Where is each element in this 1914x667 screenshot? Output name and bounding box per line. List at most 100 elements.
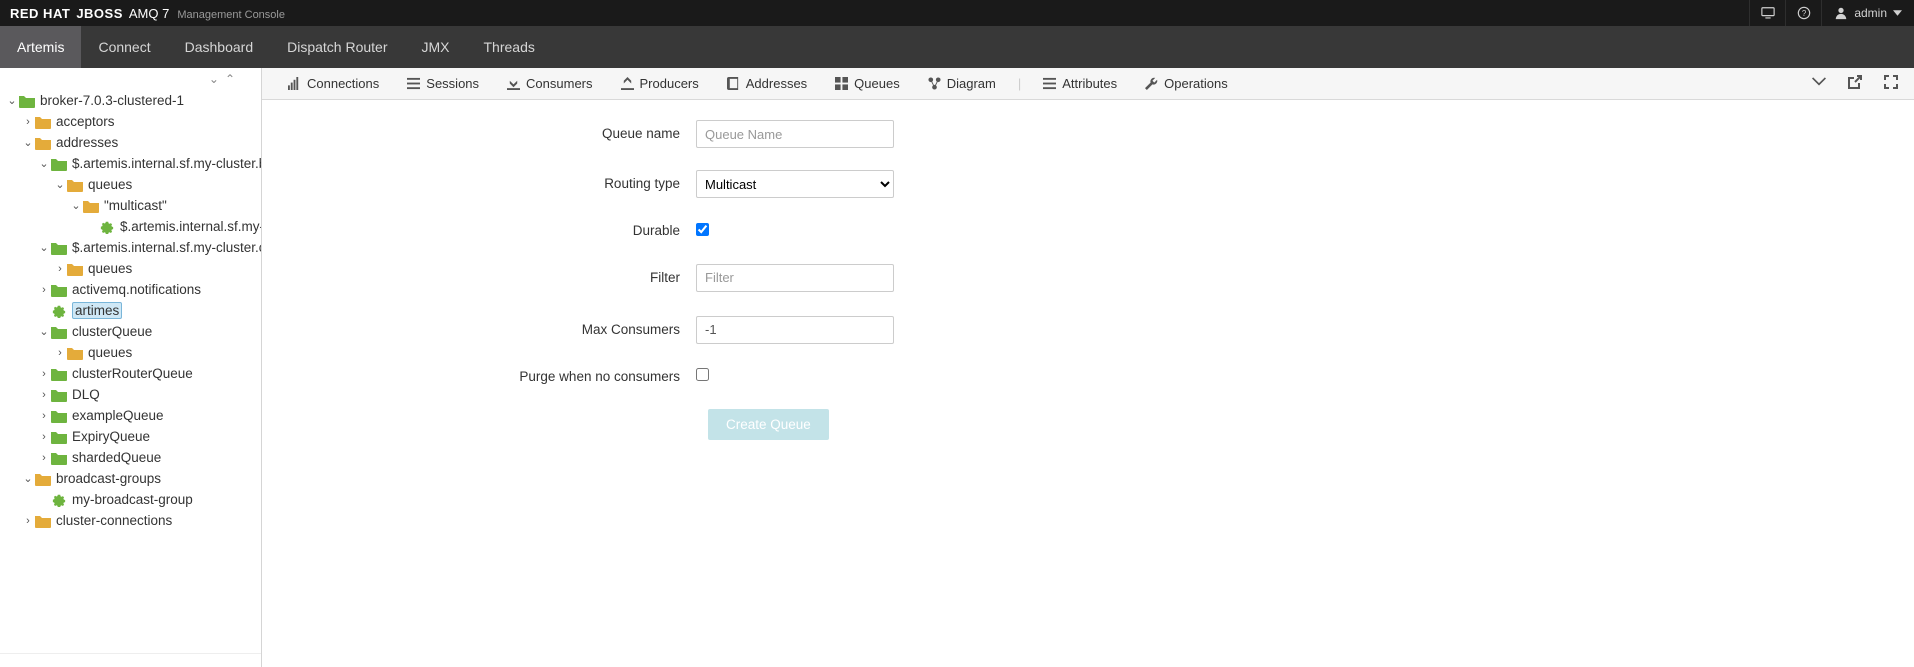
tree-example-queue[interactable]: › exampleQueue <box>0 405 261 426</box>
content-tabs: Connections Sessions Consumers Producers… <box>262 68 1914 100</box>
sidebar-hscroll[interactable] <box>0 653 261 667</box>
folder-icon <box>66 345 84 361</box>
caret-down-icon: ⌄ <box>70 199 82 212</box>
nav-jmx[interactable]: JMX <box>405 26 467 68</box>
user-icon <box>1834 6 1848 20</box>
tab-diagram[interactable]: Diagram <box>914 68 1010 100</box>
folder-open-icon <box>66 177 84 193</box>
tree-artimes[interactable]: artimes <box>0 300 261 321</box>
topbar-right: ? admin <box>1749 0 1914 26</box>
caret-down-icon: ⌄ <box>6 94 18 107</box>
tab-addresses[interactable]: Addresses <box>713 68 821 100</box>
folder-open-icon <box>50 324 68 340</box>
durable-checkbox[interactable] <box>696 223 709 236</box>
caret-right-icon: › <box>38 410 50 422</box>
tab-consumers[interactable]: Consumers <box>493 68 606 100</box>
folder-icon <box>50 366 68 382</box>
folder-open-icon <box>34 471 52 487</box>
tree-tools: ⌄ ⌃ <box>0 68 261 90</box>
max-consumers-label: Max Consumers <box>262 321 696 339</box>
gear-icon <box>50 492 68 508</box>
folder-icon <box>66 261 84 277</box>
create-queue-button[interactable]: Create Queue <box>708 409 829 440</box>
list-icon <box>407 77 420 90</box>
nav-dispatch-router[interactable]: Dispatch Router <box>270 26 404 68</box>
tree-cluster-connections[interactable]: › cluster-connections <box>0 510 261 531</box>
tree-expiry-queue[interactable]: › ExpiryQueue <box>0 426 261 447</box>
purge-checkbox[interactable] <box>696 368 709 381</box>
tree-artemis-sf-b[interactable]: ⌄ $.artemis.internal.sf.my-cluster.b <box>0 153 261 174</box>
tree: ⌄ broker-7.0.3-clustered-1 › acceptors ⌄… <box>0 90 261 653</box>
list-icon <box>1043 77 1056 90</box>
folder-icon <box>34 513 52 529</box>
filter-input[interactable] <box>696 264 894 292</box>
tree-dlq[interactable]: › DLQ <box>0 384 261 405</box>
nav-dashboard[interactable]: Dashboard <box>168 26 271 68</box>
caret-down-icon: ⌄ <box>38 325 50 338</box>
caret-down-icon: ⌄ <box>38 241 50 254</box>
collapse-all-icon[interactable]: ⌄ <box>209 72 219 86</box>
nav-connect[interactable]: Connect <box>81 26 167 68</box>
tree-multicast[interactable]: ⌄ "multicast" <box>0 195 261 216</box>
tree-artemis-sf-leaf[interactable]: $.artemis.internal.sf.my-c <box>0 216 261 237</box>
nav-artemis[interactable]: Artemis <box>0 26 81 68</box>
tree-queues-2[interactable]: › queues <box>0 258 261 279</box>
tab-producers[interactable]: Producers <box>607 68 713 100</box>
tree-activemq-notifications[interactable]: › activemq.notifications <box>0 279 261 300</box>
expand-all-icon[interactable]: ⌃ <box>225 72 235 86</box>
brand-redhat: RED HAT <box>10 6 70 21</box>
tab-operations[interactable]: Operations <box>1131 68 1242 100</box>
tree-my-broadcast-group[interactable]: my-broadcast-group <box>0 489 261 510</box>
popout-icon[interactable] <box>1848 75 1862 92</box>
monitor-icon[interactable] <box>1749 0 1785 26</box>
caret-right-icon: › <box>38 284 50 296</box>
routing-type-label: Routing type <box>262 175 696 193</box>
tree-queues-3[interactable]: › queues <box>0 342 261 363</box>
nav-bar: Artemis Connect Dashboard Dispatch Route… <box>0 26 1914 68</box>
queue-name-input[interactable] <box>696 120 894 148</box>
nav-threads[interactable]: Threads <box>467 26 552 68</box>
caret-right-icon: › <box>38 452 50 464</box>
max-consumers-input[interactable] <box>696 316 894 344</box>
caret-right-icon: › <box>38 389 50 401</box>
folder-open-icon <box>18 93 36 109</box>
brand-subtitle: Management Console <box>177 9 285 21</box>
grid-icon <box>835 77 848 90</box>
signal-icon <box>288 77 301 90</box>
caret-right-icon: › <box>54 347 66 359</box>
tab-attributes[interactable]: Attributes <box>1029 68 1131 100</box>
tab-connections[interactable]: Connections <box>274 68 393 100</box>
queue-name-label: Queue name <box>262 125 696 143</box>
tree-acceptors[interactable]: › acceptors <box>0 111 261 132</box>
caret-down-icon: ⌄ <box>38 157 50 170</box>
caret-down-icon: ⌄ <box>22 136 34 149</box>
tree-broadcast-groups[interactable]: ⌄ broadcast-groups <box>0 468 261 489</box>
tree-addresses[interactable]: ⌄ addresses <box>0 132 261 153</box>
tree-broker-root[interactable]: ⌄ broker-7.0.3-clustered-1 <box>0 90 261 111</box>
tree-artemis-sf-c[interactable]: ⌄ $.artemis.internal.sf.my-cluster.c <box>0 237 261 258</box>
caret-right-icon: › <box>54 263 66 275</box>
caret-right-icon: › <box>22 116 34 128</box>
fullscreen-icon[interactable] <box>1884 75 1898 92</box>
routing-type-select[interactable]: Multicast <box>696 170 894 198</box>
help-icon[interactable]: ? <box>1785 0 1821 26</box>
wrench-icon <box>1145 77 1158 90</box>
create-queue-form: Queue name Routing type Multicast Durabl… <box>262 100 1914 440</box>
tab-queues[interactable]: Queues <box>821 68 914 100</box>
brand-amq: AMQ 7 <box>129 6 169 21</box>
upload-icon <box>621 77 634 90</box>
chevron-down-icon <box>1893 10 1902 16</box>
gear-icon <box>98 219 116 235</box>
caret-right-icon: › <box>22 515 34 527</box>
tree-cluster-queue[interactable]: ⌄ clusterQueue <box>0 321 261 342</box>
tab-sessions[interactable]: Sessions <box>393 68 493 100</box>
diagram-icon <box>928 77 941 90</box>
user-menu[interactable]: admin <box>1821 0 1914 26</box>
folder-icon <box>50 282 68 298</box>
tree-sharded-queue[interactable]: › shardedQueue <box>0 447 261 468</box>
folder-open-icon <box>34 135 52 151</box>
tree-cluster-router-queue[interactable]: › clusterRouterQueue <box>0 363 261 384</box>
more-tabs-chevron-icon[interactable] <box>1812 75 1826 92</box>
tree-queues-1[interactable]: ⌄ queues <box>0 174 261 195</box>
user-name: admin <box>1854 6 1887 20</box>
